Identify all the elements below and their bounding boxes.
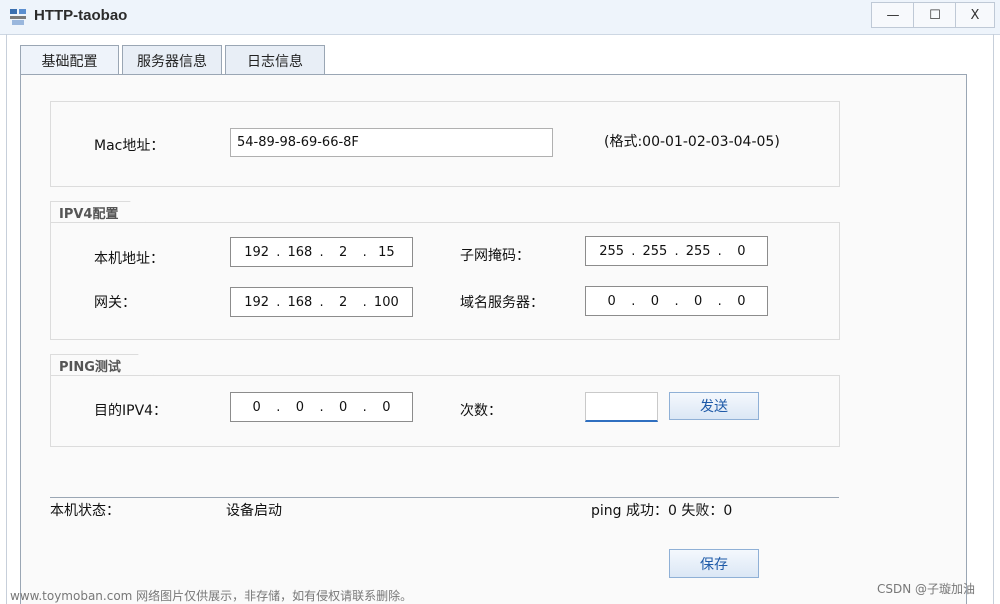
mac-value: 54-89-98-69-66-8F [237,135,359,150]
ip-octet: 0 [737,293,746,309]
send-button[interactable]: 发送 [669,392,759,420]
tab-basic-config[interactable]: 基础配置 [20,45,119,75]
mac-label: Mac地址： [94,138,165,154]
tab-server-info[interactable]: 服务器信息 [122,45,222,75]
close-icon: X [970,7,980,23]
ip-octet: 168 [287,294,313,310]
ip-octet: 2 [338,294,348,310]
window-title: HTTP-taobao [34,7,128,24]
watermark-right: CSDN @子璇加油 [877,582,976,596]
tab-log-info[interactable]: 日志信息 [225,45,325,75]
ping-group-title: PING测试 [50,354,154,376]
gateway-input[interactable]: 192. 168. 2. 100 [230,287,413,317]
ip-octet: 0 [607,293,616,309]
local-address-label: 本机地址： [94,251,164,267]
ip-octet: 15 [378,244,395,260]
maximize-button[interactable]: ☐ [913,2,957,28]
subnet-mask-label: 子网掩码： [460,248,530,264]
ip-octet: 100 [373,294,399,310]
ip-octet: 0 [737,243,746,259]
ip-octet: 192 [244,244,270,260]
close-button[interactable]: X [955,2,995,28]
title-bar [0,0,1000,35]
maximize-icon: ☐ [929,7,941,23]
ip-octet: 192 [244,294,270,310]
ping-target-input[interactable]: 0. 0. 0. 0 [230,392,413,422]
ip-octet: 255 [642,243,668,259]
mac-input[interactable]: 54-89-98-69-66-8F [230,128,553,157]
ip-octet: 2 [338,244,348,260]
ip-octet: 0 [693,293,703,309]
ping-count-label: 次数： [460,403,502,419]
mac-format-hint: (格式:00-01-02-03-04-05) [604,134,780,150]
ip-octet: 168 [287,244,313,260]
ping-target-label: 目的IPV4： [94,403,168,419]
status-value: 设备启动 [226,503,282,519]
ip-octet: 0 [252,399,261,415]
dns-server-label: 域名服务器： [460,295,544,311]
ipv4-group-title: IPV4配置 [50,201,146,223]
ip-octet: 0 [295,399,305,415]
ping-count-input[interactable] [585,392,658,422]
status-divider [50,497,839,498]
ip-octet: 0 [382,399,391,415]
dns-server-input[interactable]: 0. 0. 0. 0 [585,286,768,316]
subnet-mask-input[interactable]: 255. 255. 255. 0 [585,236,768,266]
ip-octet: 0 [650,293,660,309]
app-logo-icon [10,9,26,25]
status-label: 本机状态： [50,503,120,519]
ip-octet: 0 [338,399,348,415]
gateway-label: 网关： [94,295,136,311]
ip-octet: 255 [599,243,625,259]
local-address-input[interactable]: 192. 168. 2. 15 [230,237,413,267]
ping-result: ping 成功：0 失败：0 [591,503,733,519]
ip-octet: 255 [685,243,711,259]
save-button[interactable]: 保存 [669,549,759,578]
minimize-icon: — [886,7,900,23]
minimize-button[interactable]: — [871,2,915,28]
watermark-left: www.toymoban.com 网络图片仅供展示，非存储，如有侵权请联系删除。 [10,589,413,603]
